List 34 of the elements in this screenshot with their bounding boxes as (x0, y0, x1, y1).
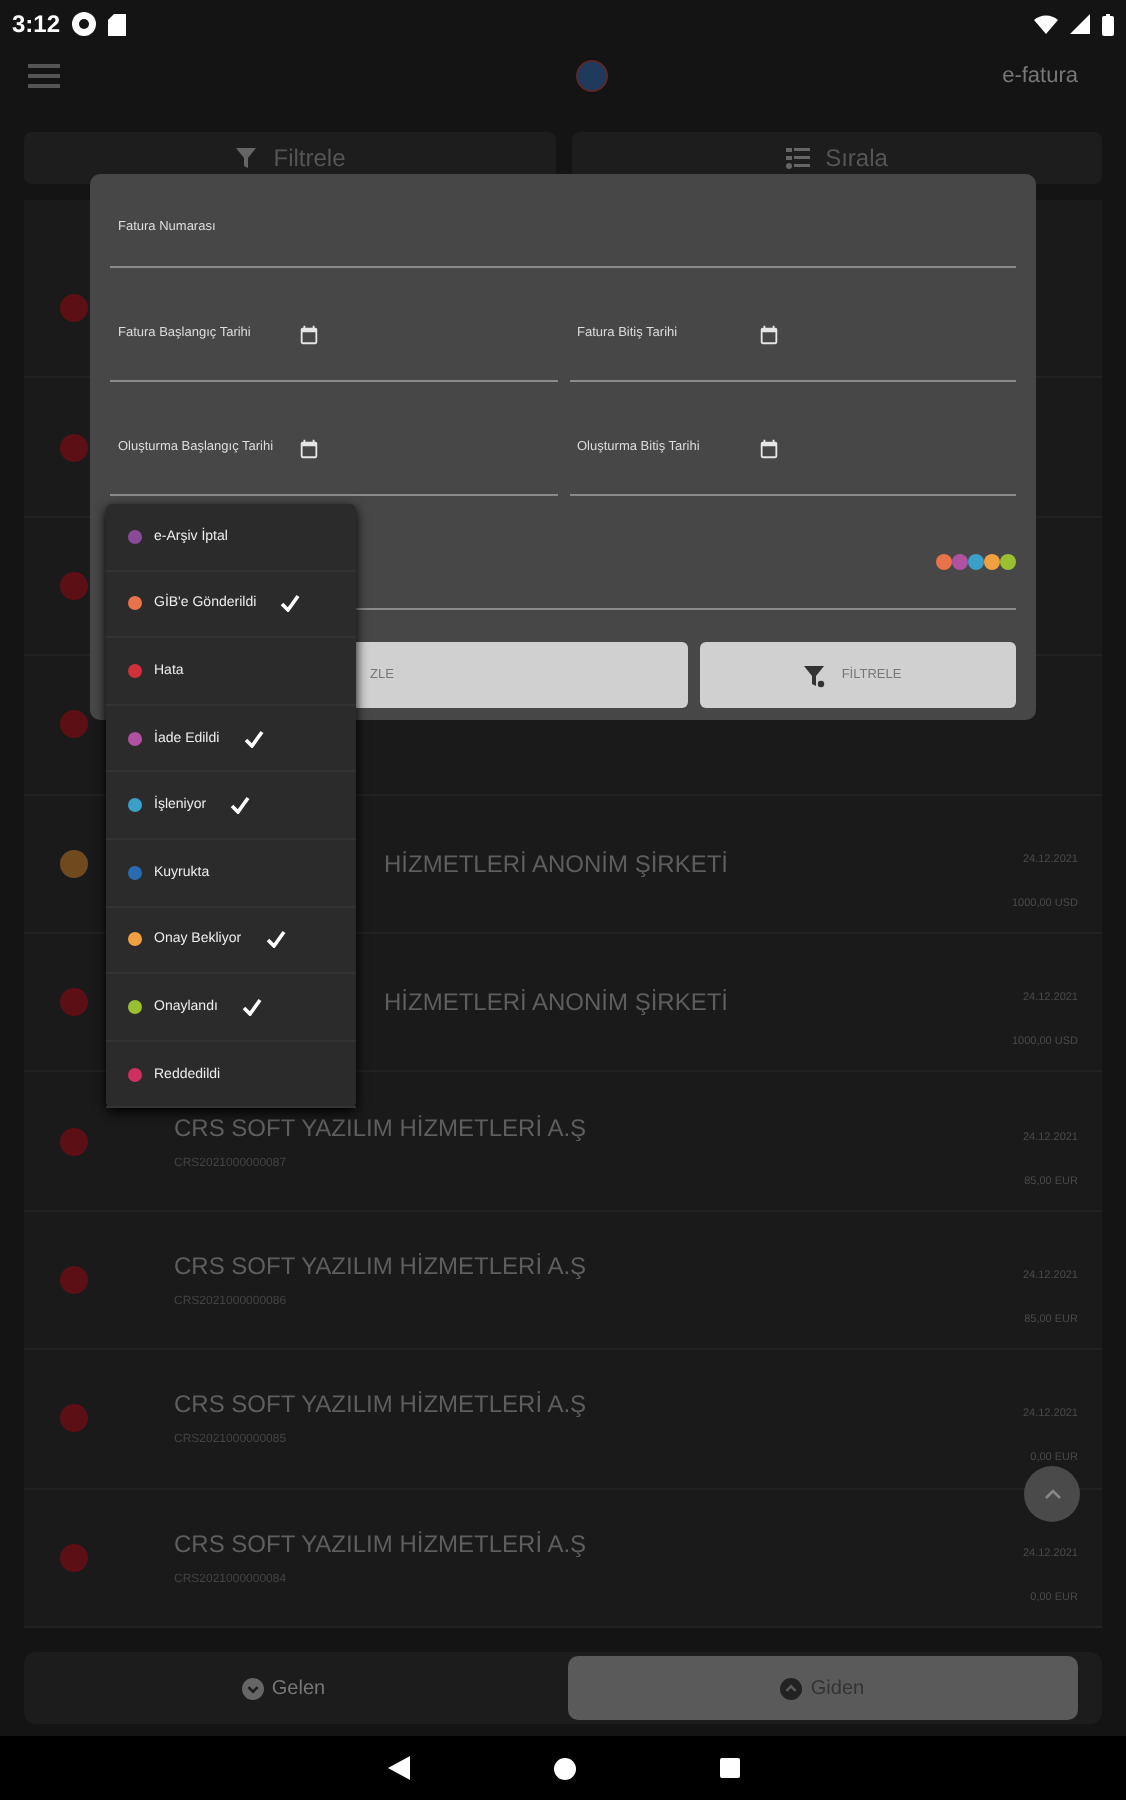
wifi-icon (1034, 14, 1058, 34)
checkmark-icon (243, 729, 264, 748)
direction-tab[interactable]: Gelen (28, 1656, 539, 1720)
home-icon[interactable] (553, 1757, 575, 1779)
status-time: 3:12 (12, 10, 61, 38)
checkmark-icon (241, 997, 262, 1016)
calendar-icon[interactable] (298, 437, 320, 459)
checkmark-icon (230, 796, 251, 815)
chevron-up-icon (1043, 1488, 1061, 1500)
list-icon (785, 146, 810, 170)
company-name: HİZMETLERİ ANONİM ŞİRKETİ (384, 988, 731, 1017)
company-name: CRS SOFT YAZILIM HİZMETLERİ A.Ş (174, 1113, 589, 1142)
back-icon[interactable] (387, 1756, 409, 1780)
calendar-icon[interactable] (757, 323, 779, 345)
battery-icon (1102, 13, 1114, 35)
notification-icon (72, 12, 97, 36)
filter-icon (233, 146, 258, 170)
logo-icon (575, 60, 608, 92)
checkmark-icon (280, 594, 301, 613)
company-name: CRS SOFT YAZILIM HİZMETLERİ A.Ş (174, 1252, 589, 1281)
menu-icon[interactable] (28, 64, 60, 88)
calendar-icon[interactable] (757, 437, 779, 459)
app-title: e-fatura (1002, 64, 1079, 88)
company-name: CRS SOFT YAZILIM HİZMETLERİ A.Ş (174, 1529, 589, 1558)
up-circle-icon (780, 1677, 803, 1699)
filter-add-icon (801, 663, 826, 687)
sd-card-icon (108, 13, 127, 35)
recents-icon[interactable] (719, 1758, 739, 1778)
checkmark-icon (265, 930, 286, 949)
signal-icon (1070, 14, 1090, 34)
company-name: HİZMETLERİ ANONİM ŞİRKETİ (384, 849, 731, 878)
company-name: CRS SOFT YAZILIM HİZMETLERİ A.Ş (174, 1390, 589, 1419)
down-circle-icon (241, 1677, 264, 1699)
calendar-icon[interactable] (298, 323, 320, 345)
